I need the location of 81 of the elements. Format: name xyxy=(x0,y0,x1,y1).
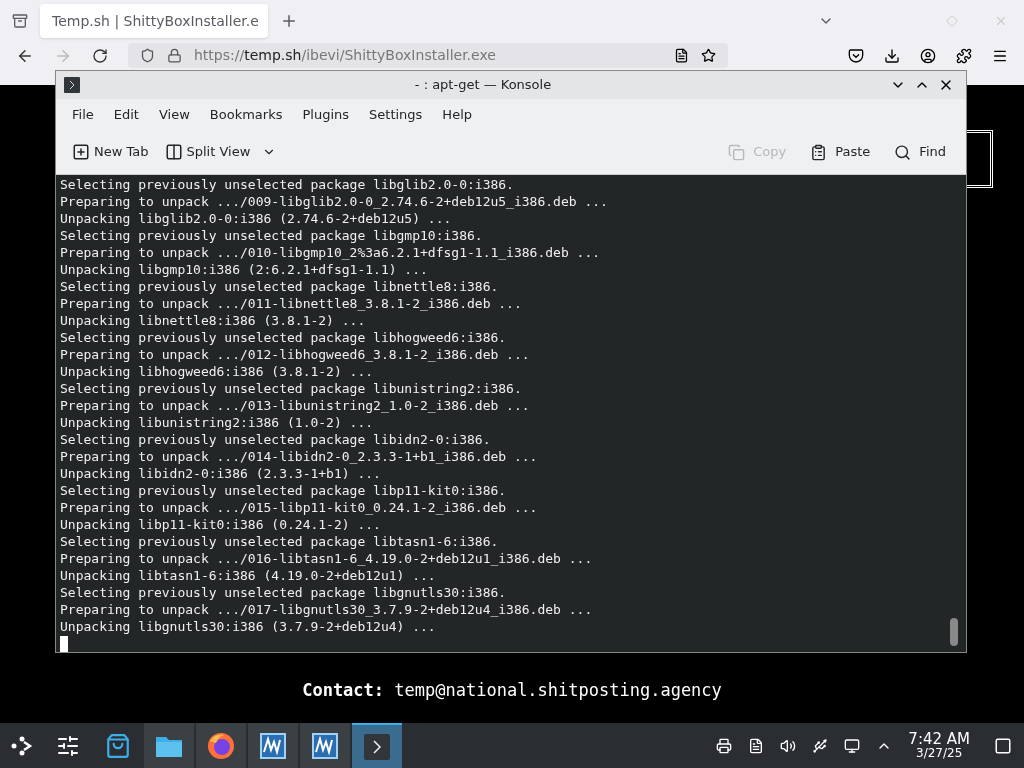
terminal-line: Unpacking libgmp10:i386 (2:6.2.1+dfsg1-1.1) ... xyxy=(60,261,428,278)
toolbar-button[interactable]: Split View xyxy=(160,142,281,162)
terminal-line: Preparing to unpack .../013-libunistring2_1.0-2_i386.deb ... xyxy=(60,397,530,414)
terminal-line: Selecting previously unselected package libglib2.0-0:i386. xyxy=(60,176,514,193)
columns-icon xyxy=(164,143,183,162)
terminal-line: Preparing to unpack .../012-libhogweed6_3.8.1-2_i386.deb ... xyxy=(60,346,530,363)
clock-date: 3/27/25 xyxy=(916,747,963,759)
archive-icon[interactable] xyxy=(12,13,28,29)
network-icon[interactable] xyxy=(844,737,861,754)
toolbar-button[interactable]: New Tab xyxy=(68,142,153,162)
terminal-line: Selecting previously unselected package libgmp10:i386. xyxy=(60,227,483,244)
menu-item[interactable]: Edit xyxy=(105,104,147,125)
terminal-line: Unpacking libunistring2:i386 (1.0-2) ... xyxy=(60,414,374,431)
new-tab-icon xyxy=(72,143,90,162)
task-button[interactable] xyxy=(300,723,350,768)
toolbar-button[interactable]: Find xyxy=(886,142,954,162)
browser-tab[interactable]: Temp.sh | ShittyBoxInstaller.e xyxy=(40,4,268,38)
puzzle-icon[interactable] xyxy=(956,47,972,64)
cursor xyxy=(60,636,68,652)
menu-item[interactable]: Help xyxy=(434,104,480,125)
contact-line: Contact: temp@national.shitposting.agency xyxy=(302,678,722,702)
terminal-line: Preparing to unpack .../011-libnettle8_3.8.1-2_i386.deb ... xyxy=(60,295,522,312)
terminal-line: Preparing to unpack .../017-libgnutls30_3.7.9-2+deb12u4_i386.deb ... xyxy=(60,601,593,618)
url-text: https://temp.sh/ibevi/ShittyBoxInstaller.exe xyxy=(194,46,496,65)
download-icon[interactable] xyxy=(884,47,900,64)
shield-icon[interactable] xyxy=(140,48,155,63)
desktop-icon[interactable] xyxy=(994,736,1012,755)
lock-icon[interactable] xyxy=(167,48,182,63)
terminal-line: Selecting previously unselected package libp11-kit0:i386. xyxy=(60,482,507,499)
menu-item[interactable]: View xyxy=(150,104,198,125)
terminal-line: Preparing to unpack .../014-libidn2-0_2.3.3-1+b1_i386.deb ... xyxy=(60,448,538,465)
terminal-line: Unpacking libtasn1-6:i386 (4.19.0-2+deb12u1) ... xyxy=(60,567,436,584)
terminal-line: Selecting previously unselected package libhogweed6:i386. xyxy=(60,329,507,346)
usb-icon[interactable] xyxy=(812,737,829,754)
tab-title: Temp.sh | ShittyBoxInstaller.e xyxy=(52,11,259,32)
menu-item[interactable]: Bookmarks xyxy=(201,104,291,125)
terminal-line: Unpacking libgnutls30:i386 (3.7.9-2+deb12u4) ... xyxy=(60,618,436,635)
terminal-line: Selecting previously unselected package libgnutls30:i386. xyxy=(60,584,507,601)
printer-icon[interactable] xyxy=(716,737,733,754)
menu-item[interactable]: Settings xyxy=(361,104,431,125)
bag-icon[interactable] xyxy=(105,732,131,759)
account-icon[interactable] xyxy=(920,47,936,64)
terminal-icon xyxy=(64,76,80,93)
speaker-icon[interactable] xyxy=(780,737,797,754)
clock[interactable]: 7:42 AM 3/27/25 xyxy=(908,732,970,759)
task-button[interactable] xyxy=(196,723,246,768)
task-button[interactable] xyxy=(144,723,194,768)
star-icon[interactable] xyxy=(701,48,716,63)
toolbar-button[interactable]: Paste xyxy=(802,142,879,162)
menu-item[interactable]: Plugins xyxy=(294,104,358,125)
new-tab-icon[interactable] xyxy=(280,12,298,30)
terminal-line: Preparing to unpack .../009-libglib2.0-0_2.74.6-2+deb12u5_i386.deb ... xyxy=(60,193,608,210)
terminal-icon xyxy=(363,732,391,761)
terminal-line: Unpacking libnettle8:i386 (3.8.1-2) ... xyxy=(60,312,366,329)
reader-icon[interactable] xyxy=(674,48,689,63)
terminal-line: Unpacking libidn2-0:i386 (2.3.3-1+b1) ... xyxy=(60,465,381,482)
scrollbar-thumb[interactable] xyxy=(950,618,958,646)
task-button[interactable] xyxy=(352,723,402,768)
sliders-icon[interactable] xyxy=(56,733,80,758)
url-field[interactable]: https://temp.sh/ibevi/ShittyBoxInstaller.exe xyxy=(128,43,728,68)
waveform-window-icon xyxy=(259,731,287,760)
search-icon xyxy=(894,143,912,161)
reload-icon[interactable] xyxy=(92,47,108,64)
terminal-line: Preparing to unpack .../015-libp11-kit0_0.24.1-2_i386.deb ... xyxy=(60,499,538,516)
terminal-line: Selecting previously unselected package libunistring2:i386. xyxy=(60,380,522,397)
terminal-area[interactable] xyxy=(56,175,966,652)
terminal-line: Unpacking libhogweed6:i386 (3.8.1-2) ... xyxy=(60,363,374,380)
window-title: - : apt-get — Konsole xyxy=(413,76,553,95)
task-button[interactable] xyxy=(248,723,298,768)
clock-time: 7:42 AM xyxy=(908,732,970,747)
menu-item[interactable]: File xyxy=(64,104,102,125)
pocket-icon[interactable] xyxy=(848,47,864,64)
terminal-line: Preparing to unpack .../016-libtasn1-6_4.19.0-2+deb12u1_i386.deb ... xyxy=(60,550,593,567)
terminal-line: Selecting previously unselected package libidn2-0:i386. xyxy=(60,431,491,448)
terminal-line: Unpacking libglib2.0-0:i386 (2.74.6-2+deb12u5) ... xyxy=(60,210,452,227)
terminal-line: Unpacking libp11-kit0:i386 (0.24.1-2) ... xyxy=(60,516,381,533)
terminal-line: Selecting previously unselected package libtasn1-6:i386. xyxy=(60,533,499,550)
terminal-line: Preparing to unpack .../010-libgmp10_2%3a6.2.1+dfsg1-1.1_i386.deb ... xyxy=(60,244,601,261)
terminal-line: Selecting previously unselected package libnettle8:i386. xyxy=(60,278,499,295)
copy-icon xyxy=(728,143,746,161)
waveform-window-icon xyxy=(311,731,339,760)
